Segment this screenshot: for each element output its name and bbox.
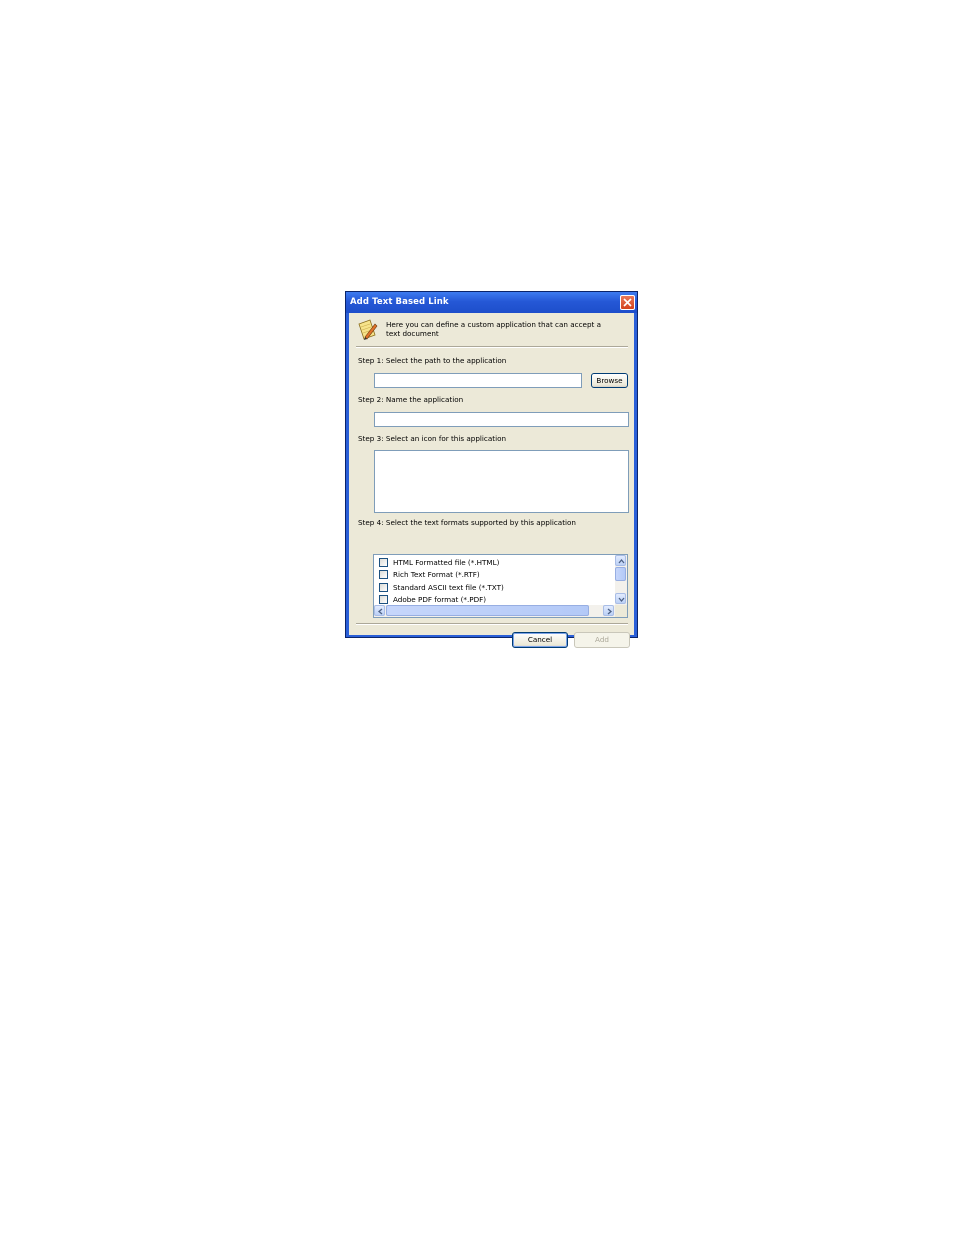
dialog-body: Here you can define a custom application… xyxy=(349,313,634,648)
format-label: Standard ASCII text file (*.TXT) xyxy=(393,583,504,592)
add-button[interactable]: Add xyxy=(574,632,630,648)
format-label: Rich Text Format (*.RTF) xyxy=(393,570,480,579)
scroll-up-button[interactable] xyxy=(615,555,626,566)
notepad-pencil-icon xyxy=(358,319,378,340)
dialog-title: Add Text Based Link xyxy=(350,297,449,307)
format-label: HTML Formatted file (*.HTML) xyxy=(393,558,500,567)
header-divider xyxy=(356,346,628,348)
cancel-button[interactable]: Cancel xyxy=(512,632,568,648)
scrollbar-corner xyxy=(615,605,627,617)
text-formats-list[interactable]: HTML Formatted file (*.HTML) Rich Text F… xyxy=(373,554,628,618)
scroll-left-button[interactable] xyxy=(374,605,385,616)
step1-label: Step 1: Select the path to the applicati… xyxy=(358,356,507,365)
header-description: Here you can define a custom application… xyxy=(386,320,602,338)
title-bar[interactable]: Add Text Based Link xyxy=(346,292,637,313)
vertical-scrollbar[interactable] xyxy=(615,555,627,605)
format-checkbox[interactable] xyxy=(379,595,388,604)
add-text-link-dialog: Add Text Based Link Here you can define … xyxy=(345,291,638,648)
chevron-down-icon xyxy=(618,597,625,603)
scroll-right-button[interactable] xyxy=(603,605,614,616)
format-checkbox[interactable] xyxy=(379,558,388,567)
close-icon xyxy=(623,298,632,307)
format-checkbox[interactable] xyxy=(379,583,388,592)
horizontal-scrollbar[interactable] xyxy=(374,605,627,617)
chevron-up-icon xyxy=(618,558,625,564)
horizontal-scroll-thumb[interactable] xyxy=(386,605,589,616)
chevron-right-icon xyxy=(607,608,613,615)
step2-label: Step 2: Name the application xyxy=(358,395,464,404)
format-checkbox[interactable] xyxy=(379,570,388,579)
browse-button[interactable]: Browse xyxy=(591,373,628,388)
close-button[interactable] xyxy=(620,295,635,310)
format-label: Adobe PDF format (*.PDF) xyxy=(393,595,487,604)
icon-selection-box[interactable] xyxy=(374,450,629,513)
vertical-scroll-thumb[interactable] xyxy=(615,567,626,581)
step3-label: Step 3: Select an icon for this applicat… xyxy=(358,434,507,443)
step4-label: Step 4: Select the text formats supporte… xyxy=(358,518,576,527)
application-path-input[interactable] xyxy=(374,373,582,388)
footer-divider xyxy=(356,623,628,625)
scroll-down-button[interactable] xyxy=(615,593,626,604)
chevron-left-icon xyxy=(377,608,383,615)
application-name-input[interactable] xyxy=(374,412,629,427)
